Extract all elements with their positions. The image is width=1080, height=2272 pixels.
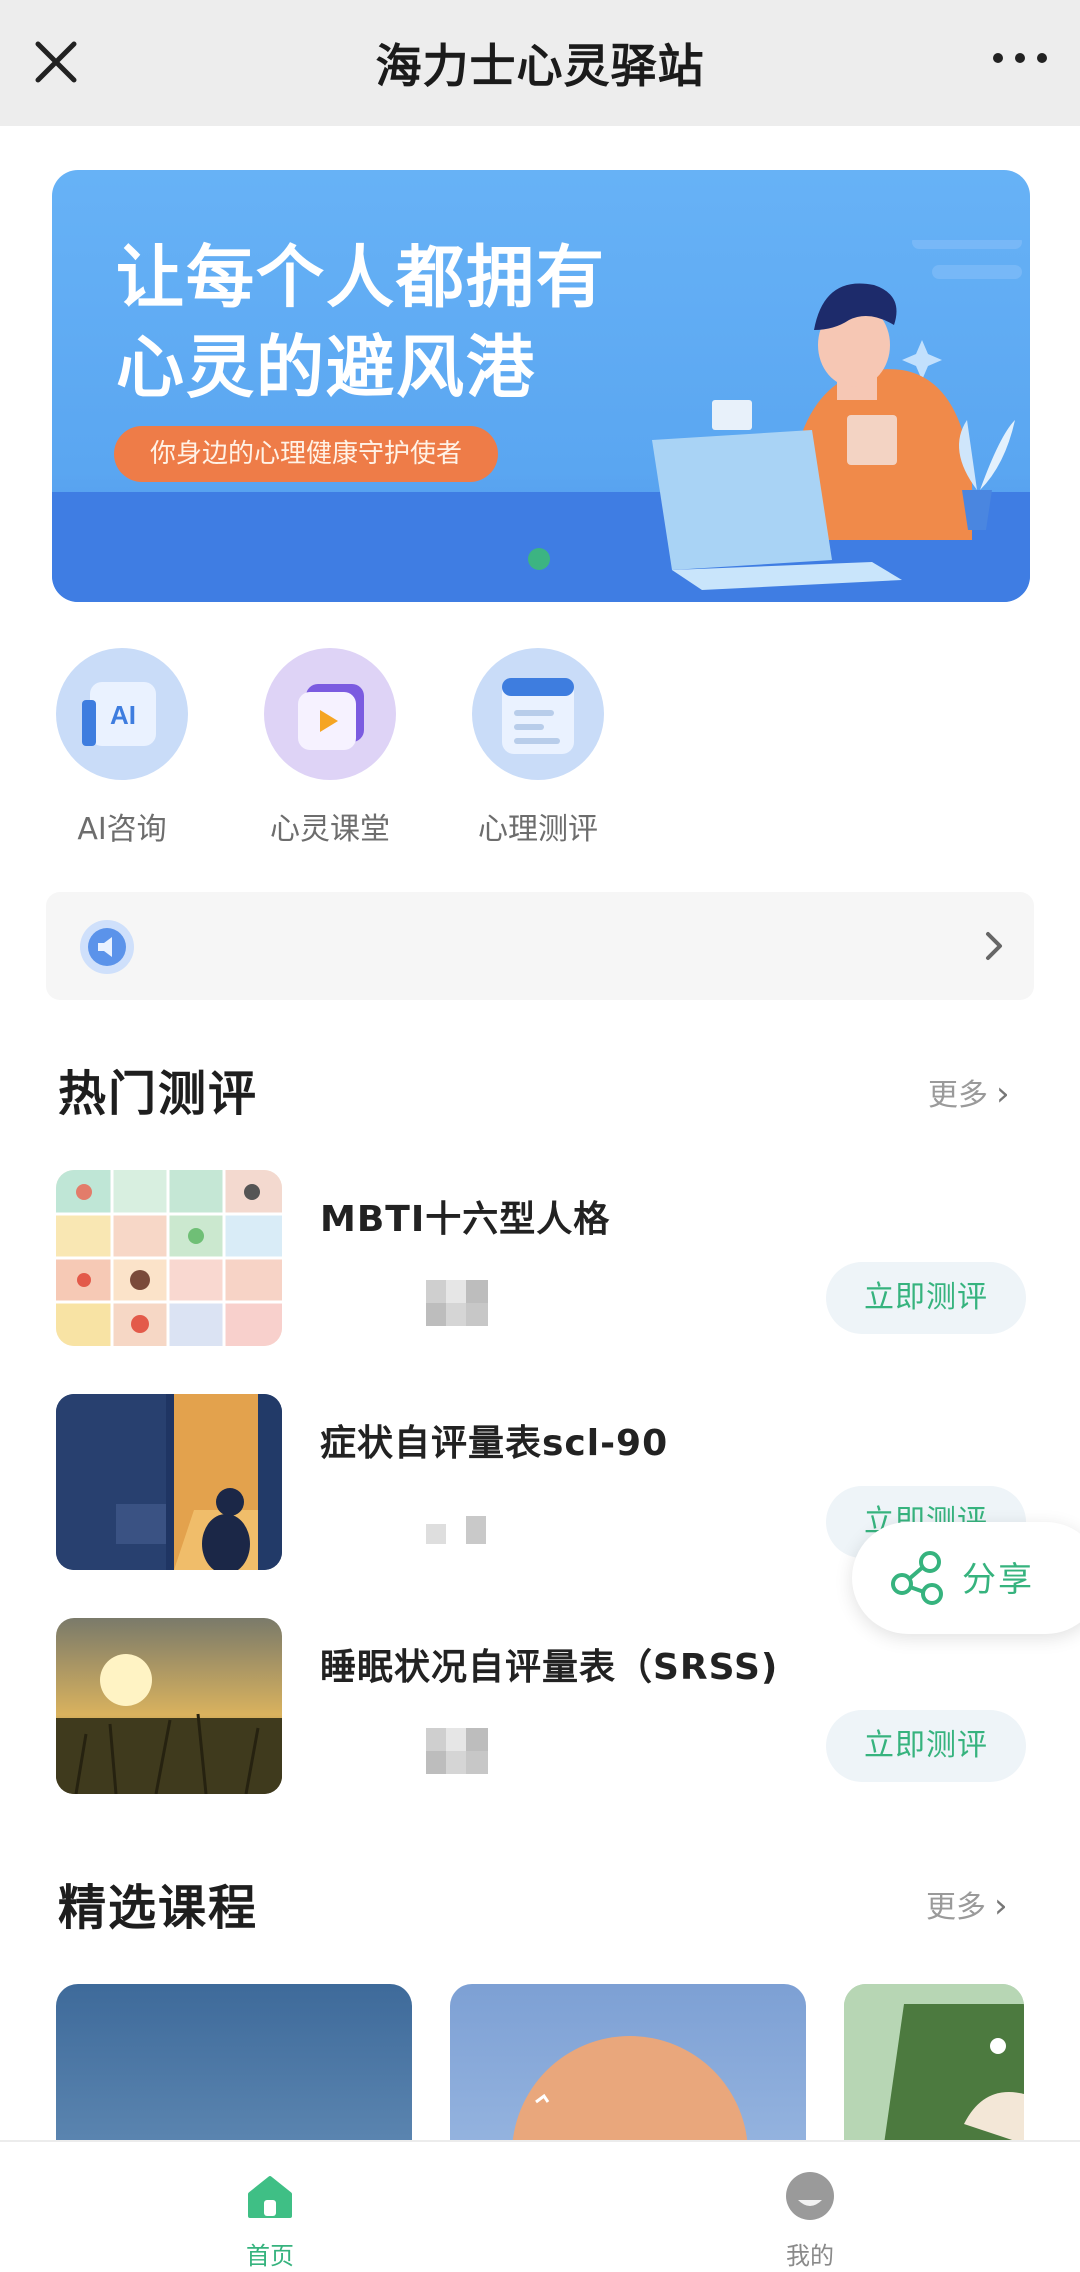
speaker-icon	[80, 920, 134, 974]
profile-icon	[784, 2170, 836, 2222]
tab-profile-label: 我的	[786, 2242, 834, 2270]
bottom-tab-bar: 首页 我的	[0, 2140, 1080, 2272]
course-more-link[interactable]: 更多 ›	[926, 1882, 1008, 1926]
person-laptop-illustration	[652, 240, 1022, 590]
scl90-thumbnail	[56, 1394, 282, 1570]
carousel-indicator[interactable]	[528, 548, 550, 570]
title-bar: 海力士心灵驿站	[0, 0, 1080, 126]
hot-section-title: 热门测评	[58, 1054, 284, 1130]
tab-profile[interactable]: 我的	[730, 2170, 890, 2271]
assessment-title: 睡眠状况自评量表（SRSS)	[320, 1647, 779, 1688]
blurred-count	[426, 1728, 488, 1774]
hot-more-link[interactable]: 更多 ›	[928, 1070, 1010, 1114]
tab-home[interactable]: 首页	[190, 2170, 350, 2271]
page-title: 海力士心灵驿站	[375, 39, 705, 93]
hot-more-label: 更多	[928, 1078, 988, 1113]
list-item[interactable]: 睡眠状况自评量表（SRSS) 立即测评	[56, 1618, 1026, 1794]
course-card[interactable]	[450, 1984, 806, 2144]
course-more-label: 更多	[926, 1890, 986, 1925]
quick-psych-test[interactable]: 心理测评	[470, 648, 606, 848]
course-sun-illustration	[512, 2036, 748, 2144]
course-section-title-text: 精选课程	[58, 1880, 259, 1936]
banner-tagline: 你身边的心理健康守护使者	[114, 426, 499, 482]
quick-mind-class[interactable]: 心灵课堂	[262, 648, 398, 848]
course-card[interactable]	[844, 1984, 1024, 2144]
svg-text:AI: AI	[110, 700, 136, 730]
blurred-count	[426, 1504, 488, 1550]
blurred-count	[426, 1280, 488, 1326]
announcement-bar[interactable]	[46, 892, 1034, 1000]
assessment-title: MBTI十六型人格	[320, 1199, 611, 1240]
share-label: 分享	[962, 1560, 1034, 1600]
ai-icon: AI	[56, 648, 188, 780]
srss-thumbnail	[56, 1618, 282, 1794]
hero-banner[interactable]: 让每个人都拥有 心灵的避风港 你身边的心理健康守护使者	[52, 170, 1030, 602]
quick-mind-class-label: 心灵课堂	[270, 812, 390, 847]
share-button[interactable]: 分享	[852, 1522, 1080, 1634]
course-section-title: 精选课程	[58, 1868, 284, 1944]
quick-psych-test-label: 心理测评	[478, 812, 598, 847]
more-options-icon[interactable]	[990, 46, 1050, 70]
quick-ai-consult[interactable]: AI AI咨询	[54, 648, 190, 848]
start-test-button[interactable]: 立即测评	[826, 1262, 1026, 1334]
banner-headline-line2: 心灵的避风港	[116, 329, 537, 408]
home-icon	[244, 2170, 296, 2222]
video-lesson-icon	[264, 648, 396, 780]
chevron-right-icon: ›	[994, 1886, 1008, 1926]
course-landscape-illustration	[844, 1984, 1024, 2144]
list-item[interactable]: MBTI十六型人格 立即测评	[56, 1170, 1026, 1346]
document-icon	[472, 648, 604, 780]
banner-headline-line1: 让每个人都拥有	[116, 239, 607, 318]
banner-headline: 让每个人都拥有 心灵的避风港	[116, 234, 606, 414]
tab-home-label: 首页	[246, 2242, 294, 2270]
quick-ai-consult-label: AI咨询	[77, 812, 167, 847]
start-test-button[interactable]: 立即测评	[826, 1710, 1026, 1782]
chevron-right-icon: ›	[996, 1074, 1010, 1114]
hot-section-title-text: 热门测评	[58, 1066, 259, 1122]
mbti-thumbnail	[56, 1170, 282, 1346]
course-card[interactable]	[56, 1984, 412, 2144]
chevron-right-icon	[978, 928, 1008, 964]
share-icon	[888, 1548, 948, 1608]
assessment-title: 症状自评量表scl-90	[320, 1423, 669, 1464]
